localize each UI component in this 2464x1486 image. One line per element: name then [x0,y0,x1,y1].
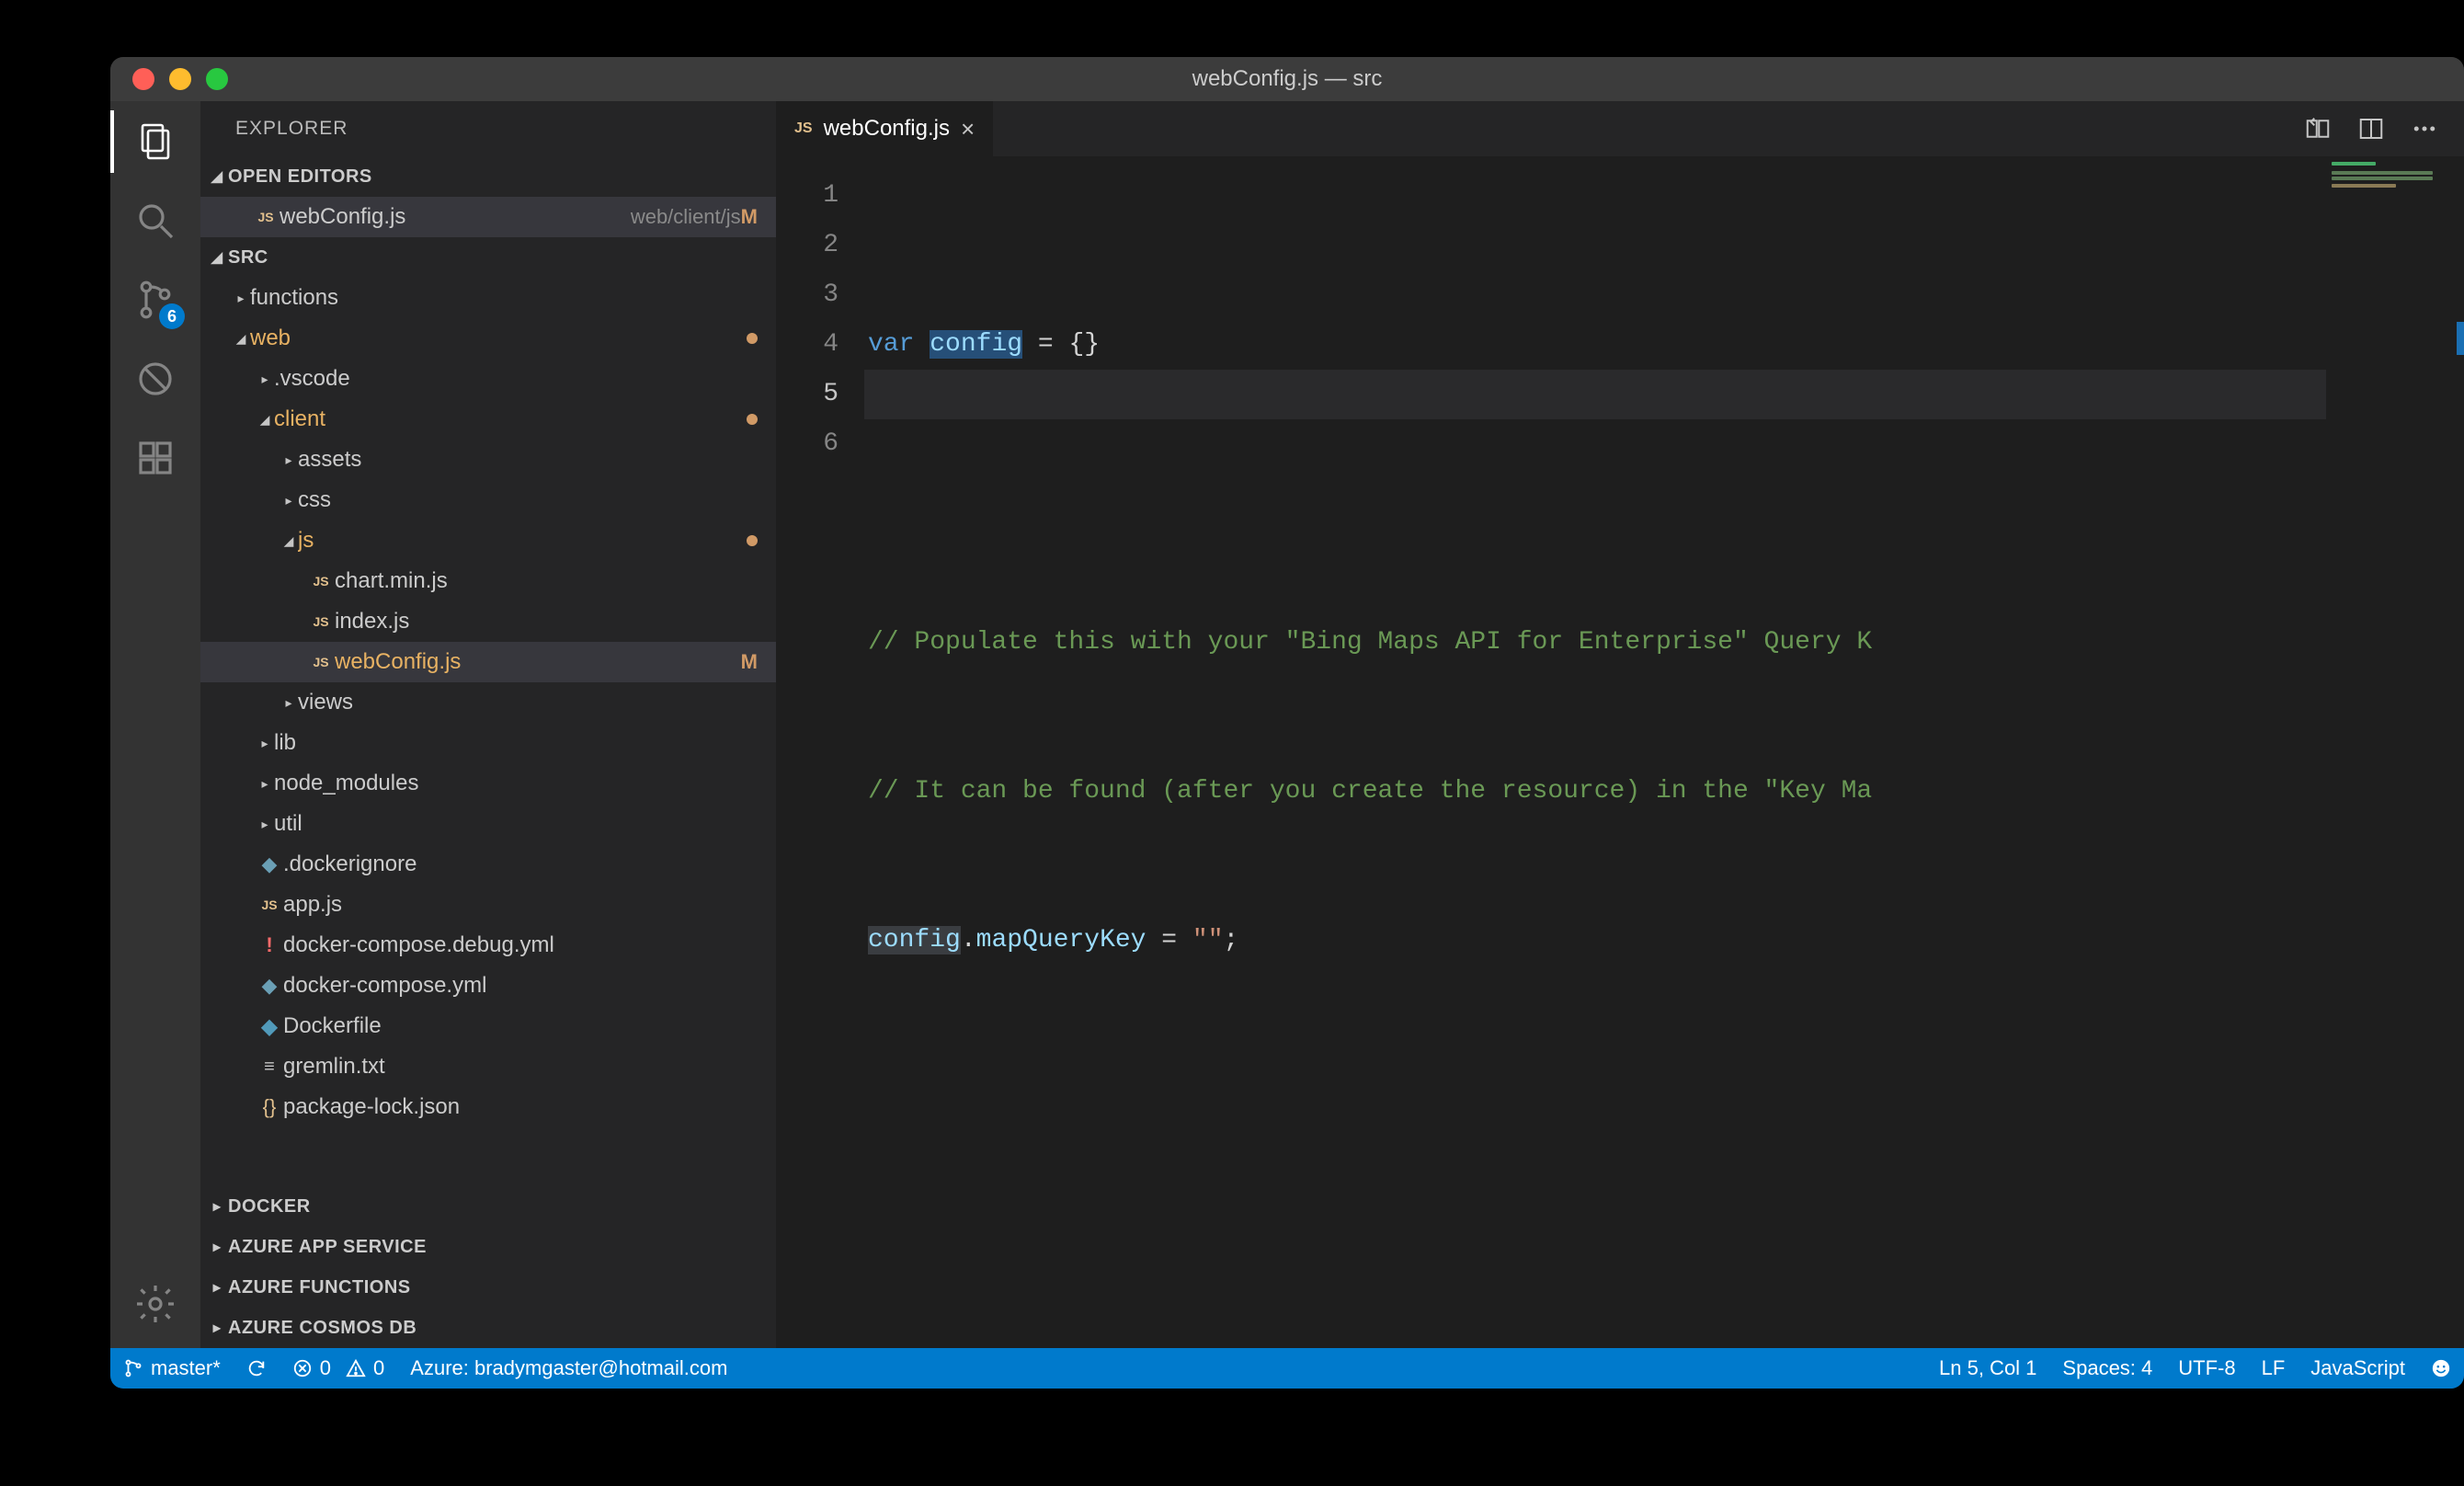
code-editor[interactable]: 1 2 3 4 5 6 var config = {} // Populate … [776,156,2464,1348]
file-dockerfile[interactable]: ◆Dockerfile [200,1006,776,1046]
folder-functions[interactable]: ▸functions [200,278,776,318]
file-gremlin-txt[interactable]: ≡gremlin.txt [200,1046,776,1087]
js-file-icon: JS [307,574,335,589]
file-dockerignore[interactable]: ◆.dockerignore [200,844,776,885]
sync-status[interactable] [234,1348,279,1389]
settings-activity-icon[interactable] [130,1278,181,1330]
open-editor-item[interactable]: JS webConfig.js web/client/js M [200,197,776,237]
split-editor-icon[interactable] [2357,115,2385,143]
file-docker-compose-debug[interactable]: !docker-compose.debug.yml [200,925,776,966]
open-editor-path: web/client/js [631,205,741,229]
source-control-activity-icon[interactable]: 6 [130,274,181,326]
code-content[interactable]: var config = {} // Populate this with yo… [864,156,2464,1348]
modified-dot [747,333,758,344]
file-index-js[interactable]: JSindex.js [200,601,776,642]
file-webconfig-js[interactable]: JSwebConfig.jsM [200,642,776,682]
sidebar-title: EXPLORER [200,101,776,156]
docker-panel-header[interactable]: ▸DOCKER [200,1186,776,1227]
problems-status[interactable]: 0 0 [279,1348,398,1389]
azure-functions-panel-header[interactable]: ▸AZURE FUNCTIONS [200,1267,776,1308]
folder-lib[interactable]: ▸lib [200,723,776,763]
file-docker-compose[interactable]: ◆docker-compose.yml [200,966,776,1006]
azure-account-status[interactable]: Azure: bradymgaster@hotmail.com [397,1348,740,1389]
tab-label: webConfig.js [824,116,950,142]
text-file-icon: ≡ [256,1057,283,1078]
file-tree: ▸functions ◢web ▸.vscode ◢client ▸assets… [200,278,776,1127]
debug-activity-icon[interactable] [130,353,181,405]
file-package-lock[interactable]: {}package-lock.json [200,1087,776,1127]
extensions-activity-icon[interactable] [130,432,181,484]
editor-actions [2304,101,2464,156]
indentation-status[interactable]: Spaces: 4 [2049,1348,2165,1389]
folder-client[interactable]: ◢client [200,399,776,440]
folder-css[interactable]: ▸css [200,480,776,520]
js-file-icon: JS [794,120,813,137]
folder-vscode[interactable]: ▸.vscode [200,359,776,399]
line-number-gutter: 1 2 3 4 5 6 [776,156,864,1348]
modified-indicator: M [741,650,763,674]
encoding-status[interactable]: UTF-8 [2165,1348,2248,1389]
eol-status[interactable]: LF [2249,1348,2299,1389]
json-file-icon: {} [256,1095,283,1119]
compare-changes-icon[interactable] [2304,115,2332,143]
js-file-icon: JS [307,614,335,629]
feedback-icon[interactable] [2418,1348,2464,1389]
js-file-icon: JS [252,210,279,224]
cursor-position-status[interactable]: Ln 5, Col 1 [1926,1348,2049,1389]
azure-app-service-panel-header[interactable]: ▸AZURE APP SERVICE [200,1227,776,1267]
maximize-window-button[interactable] [206,68,228,90]
editor-area: JS webConfig.js × 1 2 3 [776,101,2464,1348]
yaml-file-icon: ! [256,933,283,957]
window-controls [110,68,228,90]
window-title: webConfig.js — src [110,66,2464,92]
js-file-icon: JS [307,655,335,669]
more-actions-icon[interactable] [2411,115,2438,143]
explorer-sidebar: EXPLORER ◢OPEN EDITORS JS webConfig.js w… [200,101,776,1348]
explorer-activity-icon[interactable] [130,116,181,167]
file-chart-min-js[interactable]: JSchart.min.js [200,561,776,601]
modified-dot [747,535,758,546]
minimize-window-button[interactable] [169,68,191,90]
language-mode-status[interactable]: JavaScript [2298,1348,2418,1389]
folder-assets[interactable]: ▸assets [200,440,776,480]
folder-views[interactable]: ▸views [200,682,776,723]
vscode-window: webConfig.js — src 6 [110,57,2464,1389]
open-editors-header[interactable]: ◢OPEN EDITORS [200,156,776,197]
folder-util[interactable]: ▸util [200,804,776,844]
close-window-button[interactable] [132,68,154,90]
git-branch-status[interactable]: master* [110,1348,234,1389]
modified-indicator: M [741,205,763,229]
azure-cosmos-panel-header[interactable]: ▸AZURE COSMOS DB [200,1308,776,1348]
close-tab-icon[interactable]: × [961,115,975,143]
status-bar: master* 0 0 Azure: bradymgaster@hotmail.… [110,1348,2464,1389]
file-app-js[interactable]: JSapp.js [200,885,776,925]
editor-tab-bar: JS webConfig.js × [776,101,2464,156]
open-editor-name: webConfig.js [279,204,623,230]
js-file-icon: JS [256,897,283,912]
folder-node-modules[interactable]: ▸node_modules [200,763,776,804]
folder-web[interactable]: ◢web [200,318,776,359]
folder-js[interactable]: ◢js [200,520,776,561]
editor-tab-webconfig[interactable]: JS webConfig.js × [776,101,994,156]
docker-file-icon: ◆ [256,974,283,998]
modified-dot [747,414,758,425]
activity-bar: 6 [110,101,200,1348]
docker-file-icon: ◆ [256,1013,283,1040]
docker-file-icon: ◆ [256,852,283,876]
search-activity-icon[interactable] [130,195,181,246]
workspace-folder-header[interactable]: ◢SRC [200,237,776,278]
titlebar: webConfig.js — src [110,57,2464,101]
scm-badge: 6 [159,303,185,329]
